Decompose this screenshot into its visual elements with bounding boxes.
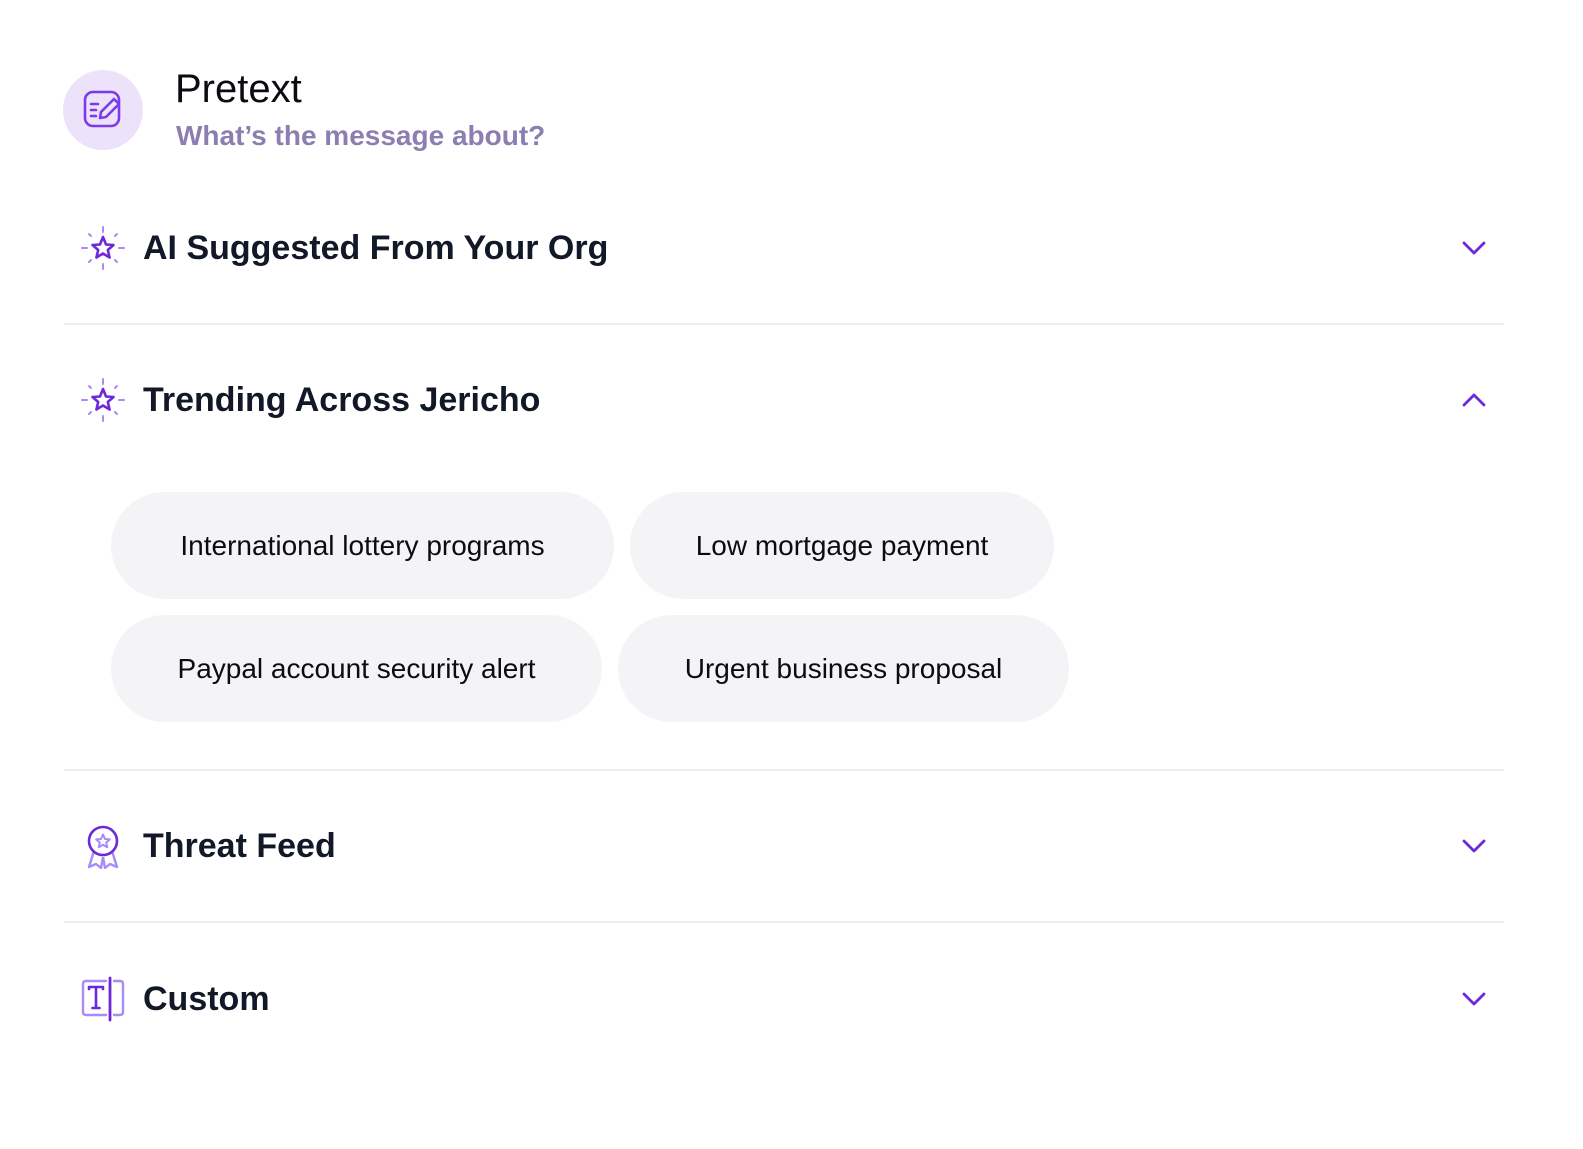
section-ai-suggested: AI Suggested From Your Org bbox=[64, 217, 1504, 277]
section-divider bbox=[64, 769, 1504, 771]
section-header-custom[interactable]: Custom bbox=[64, 968, 1504, 1028]
section-trending: Trending Across Jericho bbox=[64, 369, 1504, 429]
topic-chip[interactable]: Paypal account security alert bbox=[111, 615, 602, 722]
sparkle-star-icon bbox=[80, 377, 126, 423]
page-title: Pretext bbox=[175, 67, 302, 111]
sparkle-star-icon bbox=[80, 225, 126, 271]
edit-note-icon bbox=[63, 70, 143, 150]
section-title-ai-suggested: AI Suggested From Your Org bbox=[143, 229, 609, 267]
section-divider bbox=[64, 921, 1504, 923]
section-title-threat-feed: Threat Feed bbox=[143, 827, 336, 865]
section-divider bbox=[64, 323, 1504, 325]
chevron-up-icon[interactable] bbox=[1460, 386, 1488, 414]
text-cursor-icon bbox=[80, 976, 126, 1022]
topic-chip[interactable]: Urgent business proposal bbox=[618, 615, 1069, 722]
chevron-down-icon[interactable] bbox=[1460, 832, 1488, 860]
section-header-trending[interactable]: Trending Across Jericho bbox=[64, 369, 1504, 429]
chevron-down-icon[interactable] bbox=[1460, 985, 1488, 1013]
chevron-down-icon[interactable] bbox=[1460, 234, 1488, 262]
section-custom: Custom bbox=[64, 968, 1504, 1028]
section-title-trending: Trending Across Jericho bbox=[143, 381, 541, 419]
section-title-custom: Custom bbox=[143, 980, 270, 1018]
pretext-header: Pretext What’s the message about? bbox=[63, 67, 863, 160]
topic-chip[interactable]: Low mortgage payment bbox=[630, 492, 1054, 599]
page-subtitle: What’s the message about? bbox=[176, 120, 546, 151]
section-threat-feed: Threat Feed bbox=[64, 815, 1504, 875]
topic-chip[interactable]: International lottery programs bbox=[111, 492, 614, 599]
section-header-ai-suggested[interactable]: AI Suggested From Your Org bbox=[64, 217, 1504, 277]
award-badge-icon bbox=[80, 823, 126, 869]
section-header-threat-feed[interactable]: Threat Feed bbox=[64, 815, 1504, 875]
